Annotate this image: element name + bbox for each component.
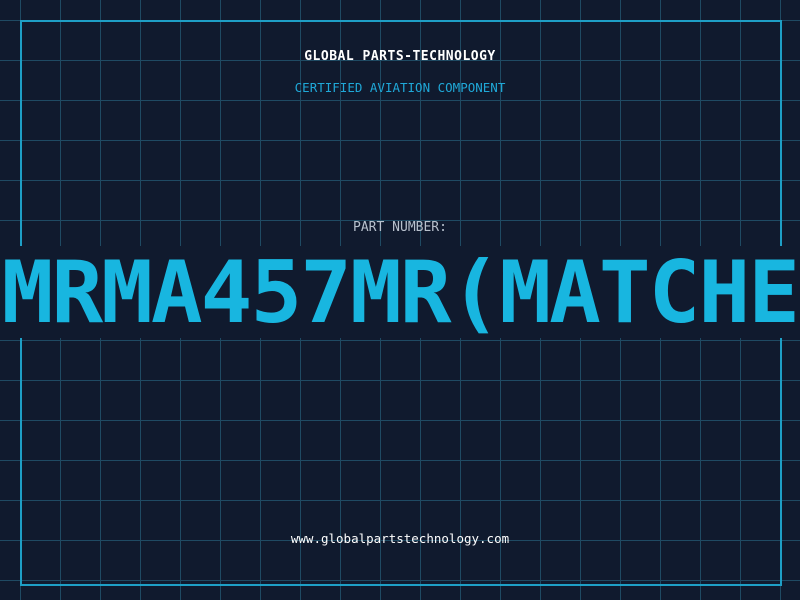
part-card: GLOBAL PARTS-TECHNOLOGY CERTIFIED AVIATI…	[0, 0, 800, 600]
part-number-band: 57MRMA457MR(MATCHE	[0, 246, 800, 338]
part-number-value: 57MRMA457MR(MATCHE	[0, 246, 800, 338]
website-url: www.globalpartstechnology.com	[290, 531, 510, 546]
certification-subtitle: CERTIFIED AVIATION COMPONENT	[294, 80, 506, 95]
part-number-label: PART NUMBER:	[353, 220, 447, 235]
company-name: GLOBAL PARTS-TECHNOLOGY	[304, 49, 496, 64]
